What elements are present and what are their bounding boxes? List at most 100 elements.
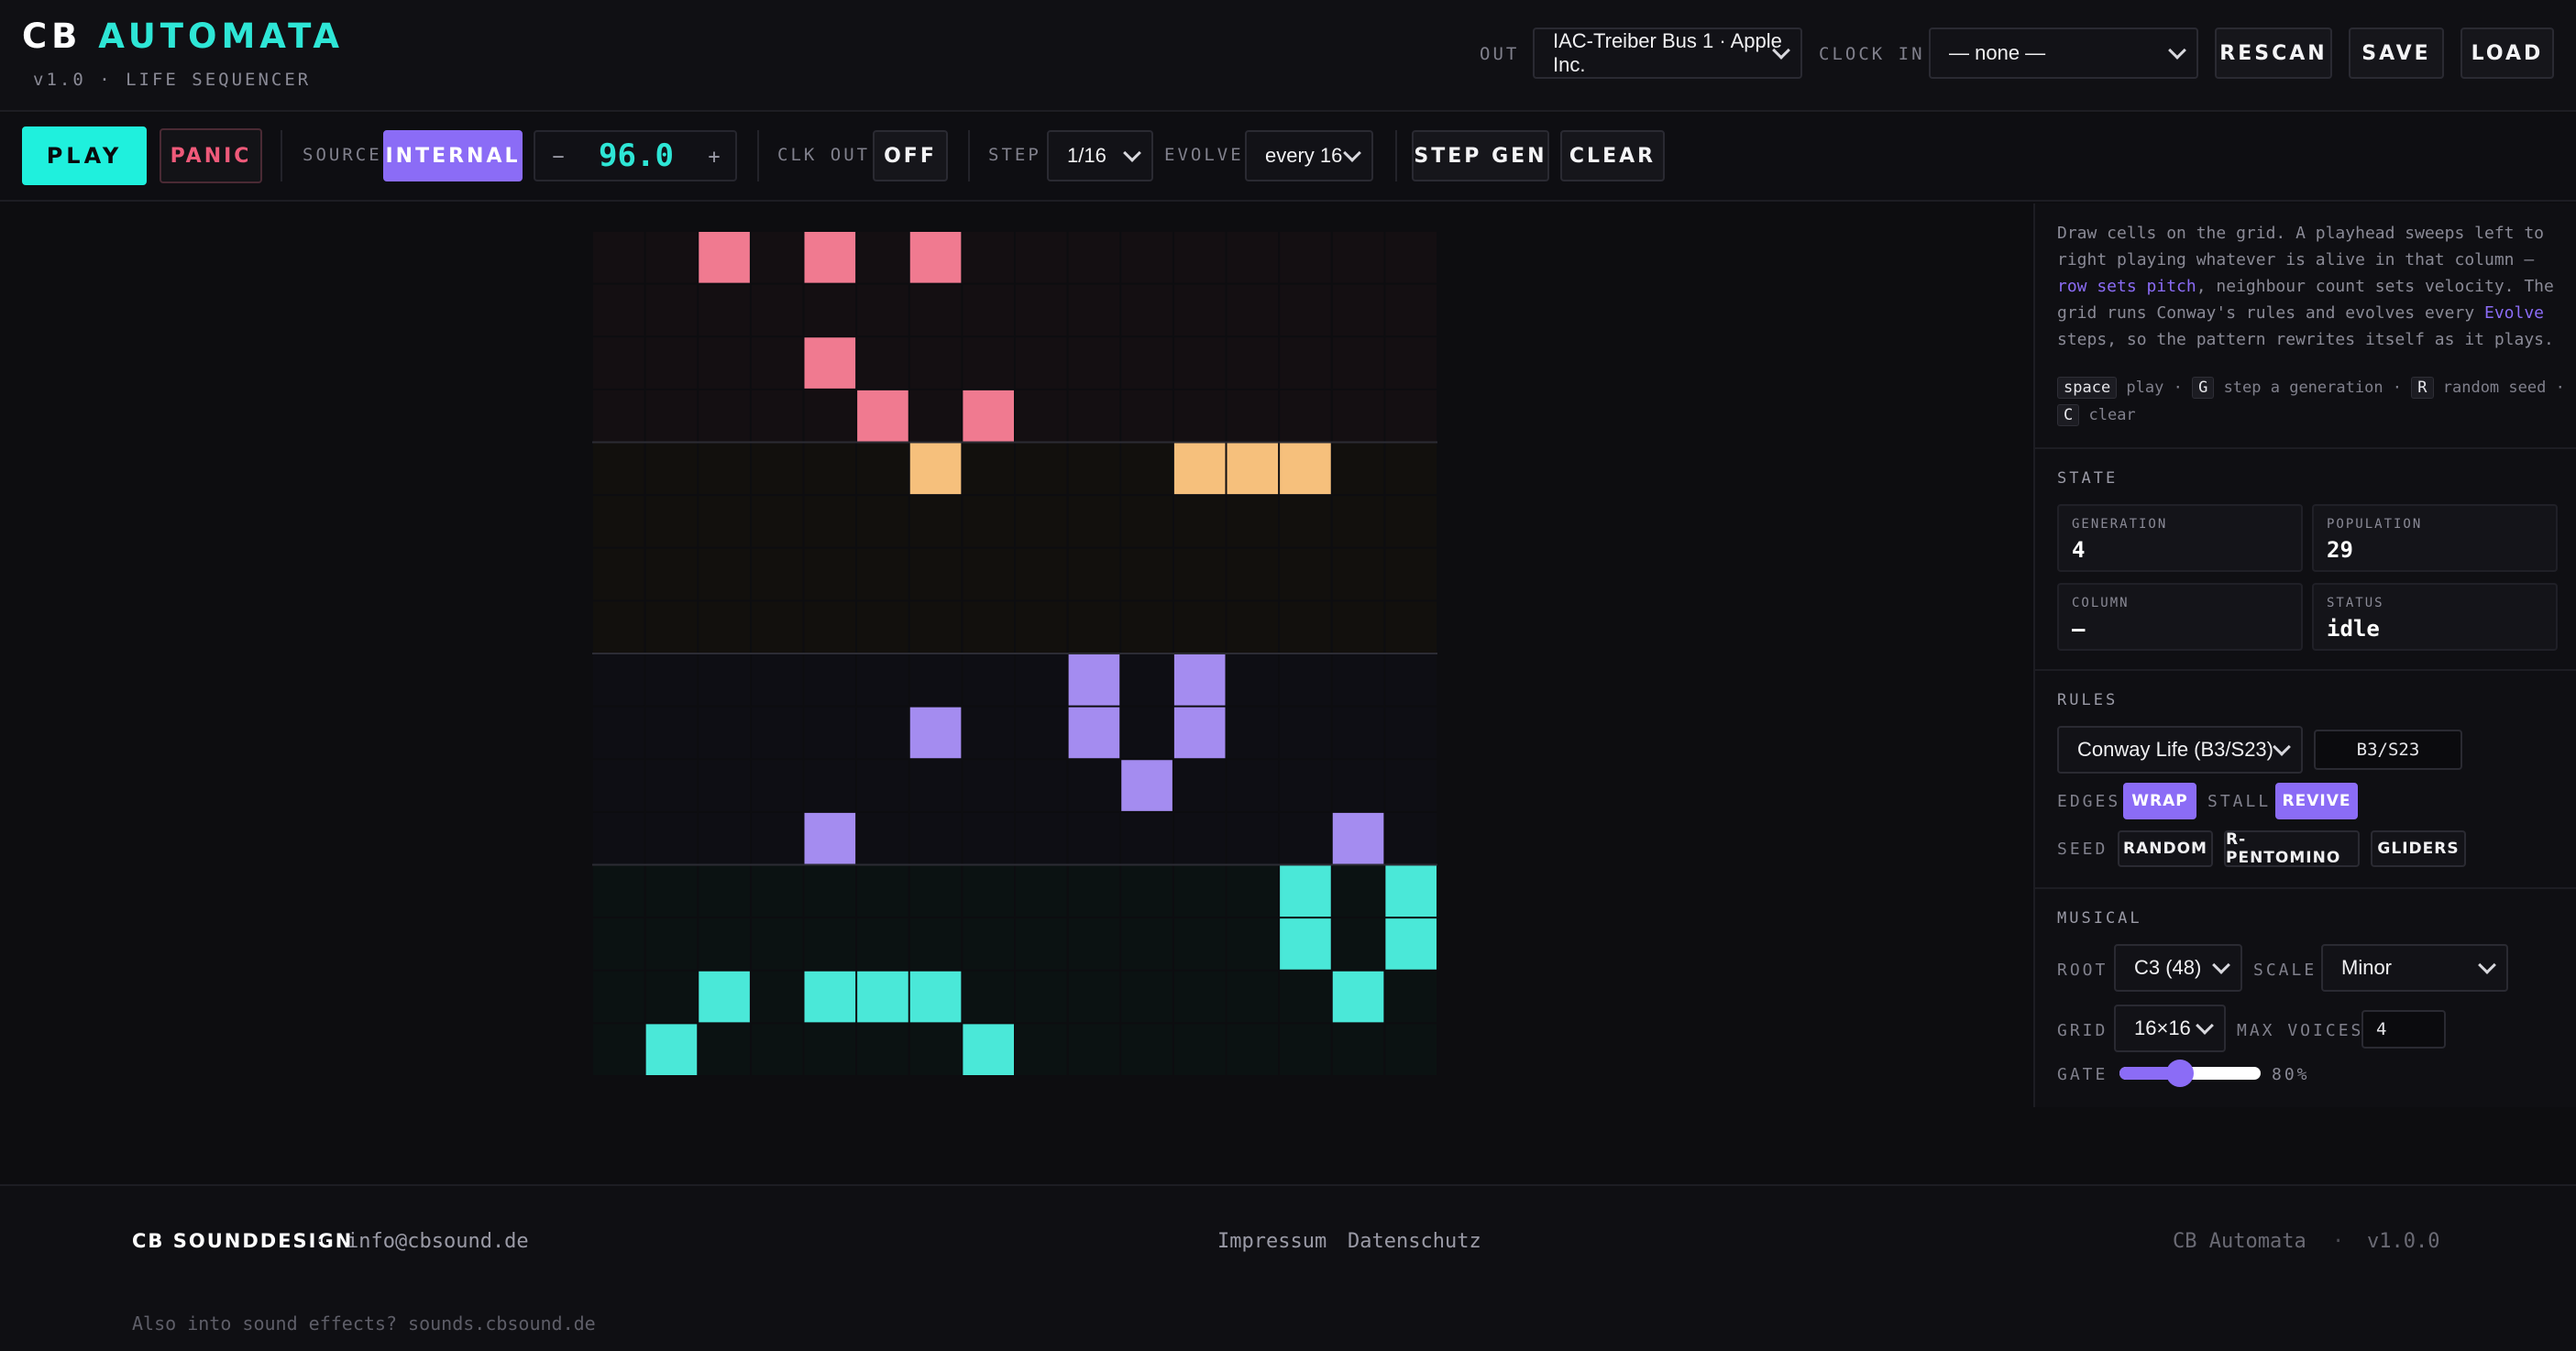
grid-cell[interactable]: [804, 284, 856, 336]
grid-cell[interactable]: [1332, 1024, 1384, 1075]
grid-cell[interactable]: [857, 232, 908, 283]
gate-slider-handle[interactable]: [2166, 1060, 2195, 1087]
grid-cell[interactable]: [1121, 337, 1172, 389]
grid-cell[interactable]: [1385, 496, 1437, 547]
grid-cell[interactable]: [645, 601, 698, 653]
grid-cell[interactable]: [751, 654, 803, 706]
grid-cell[interactable]: [1016, 337, 1067, 389]
grid-cell[interactable]: [909, 390, 962, 442]
grid-cell[interactable]: [963, 971, 1014, 1023]
seed-gliders-button[interactable]: GLIDERS: [2371, 830, 2466, 867]
grid-cell[interactable]: [1227, 707, 1279, 759]
grid-cell[interactable]: [593, 390, 644, 442]
grid-cell-alive[interactable]: [804, 812, 856, 864]
grid-cell[interactable]: [699, 390, 750, 442]
grid-cell[interactable]: [909, 284, 962, 336]
grid-cell[interactable]: [1227, 390, 1279, 442]
grid-cell[interactable]: [751, 971, 803, 1023]
grid-cell-alive[interactable]: [1280, 443, 1331, 495]
grid-cell[interactable]: [751, 601, 803, 653]
grid-cell-alive[interactable]: [1068, 654, 1120, 706]
bpm-increment-button[interactable]: +: [700, 143, 728, 170]
grid-cell[interactable]: [857, 865, 908, 917]
grid-cell[interactable]: [1068, 1024, 1120, 1075]
footer-email-link[interactable]: info@cbsound.de: [347, 1230, 529, 1253]
grid-cell[interactable]: [1332, 654, 1384, 706]
grid-cell[interactable]: [645, 812, 698, 864]
grid-cell-alive[interactable]: [1385, 865, 1437, 917]
grid-cell[interactable]: [1068, 337, 1120, 389]
save-button[interactable]: SAVE: [2349, 27, 2444, 79]
grid-cell[interactable]: [1121, 812, 1172, 864]
grid-cell[interactable]: [963, 337, 1014, 389]
grid-cell[interactable]: [1121, 601, 1172, 653]
grid-cell[interactable]: [751, 443, 803, 495]
grid-size-select[interactable]: 16×16: [2114, 1005, 2226, 1052]
grid-cell-alive[interactable]: [1280, 865, 1331, 917]
grid-cell[interactable]: [1385, 812, 1437, 864]
grid-cell[interactable]: [857, 496, 908, 547]
grid-cell[interactable]: [1016, 1024, 1067, 1075]
grid-cell[interactable]: [645, 654, 698, 706]
grid-cell[interactable]: [1280, 232, 1331, 283]
max-voices-input[interactable]: 4: [2361, 1010, 2446, 1049]
grid-cell[interactable]: [1068, 601, 1120, 653]
grid-cell[interactable]: [645, 548, 698, 600]
grid-cell[interactable]: [751, 232, 803, 283]
clk-out-toggle[interactable]: OFF: [873, 130, 948, 181]
seed-random-button[interactable]: RANDOM: [2118, 830, 2213, 867]
grid-cell[interactable]: [1227, 496, 1279, 547]
grid-cell[interactable]: [857, 1024, 908, 1075]
grid-cell[interactable]: [909, 812, 962, 864]
grid-cell[interactable]: [645, 865, 698, 917]
grid-cell[interactable]: [1068, 760, 1120, 811]
grid-cell[interactable]: [593, 918, 644, 970]
grid-cell[interactable]: [1121, 918, 1172, 970]
panic-button[interactable]: PANIC: [160, 128, 262, 183]
grid-cell-alive[interactable]: [909, 971, 962, 1023]
grid-cell[interactable]: [963, 760, 1014, 811]
grid-cell[interactable]: [1068, 284, 1120, 336]
grid-cell[interactable]: [909, 654, 962, 706]
grid-cell[interactable]: [1016, 760, 1067, 811]
grid-cell[interactable]: [593, 496, 644, 547]
grid-cell[interactable]: [1016, 284, 1067, 336]
grid-cell[interactable]: [593, 232, 644, 283]
grid-cell[interactable]: [857, 284, 908, 336]
grid-cell-alive[interactable]: [645, 1024, 698, 1075]
grid-cell[interactable]: [699, 1024, 750, 1075]
grid-cell[interactable]: [804, 601, 856, 653]
grid-cell[interactable]: [1385, 971, 1437, 1023]
grid-cell[interactable]: [857, 812, 908, 864]
grid-cell[interactable]: [1385, 337, 1437, 389]
grid-cell-alive[interactable]: [963, 390, 1014, 442]
grid-cell[interactable]: [699, 548, 750, 600]
grid-cell[interactable]: [593, 971, 644, 1023]
grid-cell[interactable]: [963, 284, 1014, 336]
grid-cell[interactable]: [1173, 812, 1226, 864]
grid-cell[interactable]: [963, 812, 1014, 864]
grid-cell-alive[interactable]: [699, 232, 750, 283]
grid-cell[interactable]: [699, 760, 750, 811]
grid-cell[interactable]: [1332, 337, 1384, 389]
grid-cell[interactable]: [593, 337, 644, 389]
grid-cell[interactable]: [963, 865, 1014, 917]
grid-cell[interactable]: [1173, 496, 1226, 547]
grid-cell[interactable]: [645, 971, 698, 1023]
grid-cell[interactable]: [1121, 548, 1172, 600]
grid-cell[interactable]: [1121, 496, 1172, 547]
load-button[interactable]: LOAD: [2460, 27, 2554, 79]
grid-cell-alive[interactable]: [1068, 707, 1120, 759]
grid-cell[interactable]: [1280, 390, 1331, 442]
grid-cell[interactable]: [751, 760, 803, 811]
grid-cell-alive[interactable]: [1173, 654, 1226, 706]
grid-cell[interactable]: [1121, 232, 1172, 283]
grid-cell[interactable]: [751, 1024, 803, 1075]
stall-revive-toggle[interactable]: REVIVE: [2275, 783, 2358, 819]
grid-cell[interactable]: [593, 284, 644, 336]
life-grid[interactable]: [592, 231, 1437, 1076]
grid-cell[interactable]: [645, 496, 698, 547]
edges-wrap-toggle[interactable]: WRAP: [2123, 783, 2196, 819]
grid-cell[interactable]: [804, 443, 856, 495]
grid-cell[interactable]: [593, 865, 644, 917]
